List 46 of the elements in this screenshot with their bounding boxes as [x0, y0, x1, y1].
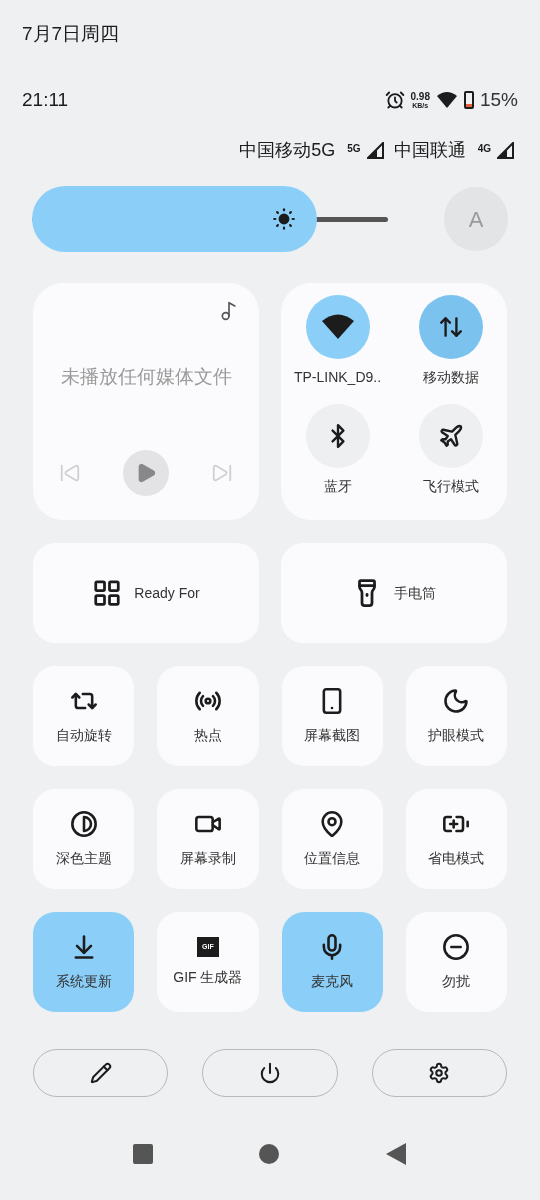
contrast-icon [69, 809, 98, 838]
tile-button[interactable]: 麦克风 [281, 912, 383, 1012]
carrier-text: 中国联通 [393, 138, 466, 162]
home-icon[interactable] [259, 1144, 279, 1164]
grid-icon [92, 578, 123, 608]
tile-button[interactable]: 系统更新 [33, 912, 135, 1012]
media-message: 未播放任何媒体文件 [60, 365, 232, 389]
toggle-label: 飞行模式 [422, 476, 479, 496]
tile-button[interactable]: 手电筒 [281, 543, 507, 643]
tile-button[interactable]: 热点 [157, 666, 259, 766]
tile-button[interactable]: 勿扰 [405, 912, 507, 1012]
date-text: 7月7日周四 [22, 23, 120, 44]
tile-button[interactable]: 屏幕截图 [281, 666, 383, 766]
clock-text: 21:11 [22, 87, 69, 112]
brightness-slider[interactable] [32, 186, 388, 252]
tile-button[interactable]: 位置信息 [281, 789, 383, 889]
arrows-icon [437, 314, 464, 340]
tile-button[interactable]: 自动旋转 [33, 666, 135, 766]
back-icon[interactable] [385, 1142, 407, 1166]
tile-button[interactable]: Ready For [33, 543, 259, 643]
play-button[interactable] [123, 449, 169, 496]
battery-text: 15% [479, 87, 518, 112]
carrier-text: 中国移动5G [239, 138, 336, 162]
network-type-text: 5G [347, 141, 361, 156]
signal-icon [366, 141, 384, 159]
toggle-label: 蓝牙 [323, 476, 352, 496]
tile-button[interactable]: 屏幕录制 [157, 789, 259, 889]
settings-icon [428, 1062, 451, 1084]
network-type-text: 4G [477, 141, 491, 156]
tile-button[interactable]: 深色主题 [33, 789, 135, 889]
toggle-label: 移动数据 [422, 368, 479, 387]
power-icon [259, 1062, 281, 1084]
net-speed-text: 0.98 [410, 91, 430, 102]
toggle-label: TP-LINK_D9.. [293, 368, 382, 387]
airplane-icon [437, 422, 464, 449]
moon-icon [442, 686, 471, 715]
tile-button[interactable]: 护眼模式 [405, 666, 507, 766]
alarm-icon [384, 90, 405, 110]
signal-icon [497, 141, 514, 159]
pencil-icon [89, 1062, 112, 1084]
minus-circle-icon [442, 932, 471, 961]
brightness-icon [270, 206, 297, 232]
tile-button[interactable]: 省电模式 [405, 789, 507, 889]
wifi-icon [320, 314, 355, 340]
wifi-status-icon [435, 91, 458, 109]
battery-icon [463, 91, 474, 109]
